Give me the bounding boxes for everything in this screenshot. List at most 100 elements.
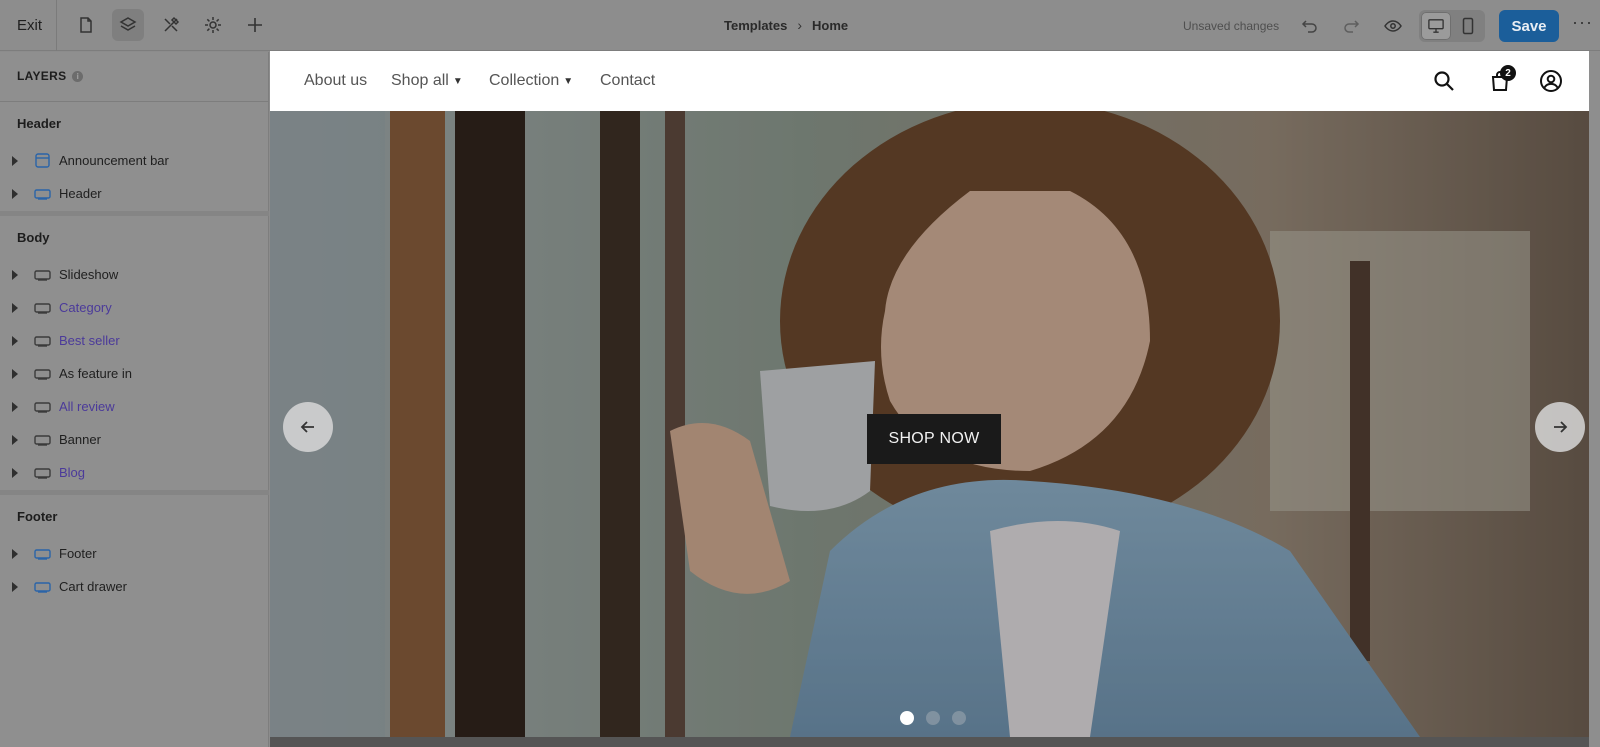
group-footer-label: Footer	[17, 509, 58, 524]
expand-caret-icon[interactable]	[12, 434, 18, 445]
account-icon[interactable]	[1537, 67, 1565, 95]
desktop-icon[interactable]	[1421, 12, 1451, 40]
expand-caret-icon[interactable]	[12, 188, 18, 199]
slide-dot-1[interactable]	[900, 711, 914, 725]
redo-icon[interactable]	[1336, 11, 1366, 41]
device-toggle	[1419, 10, 1485, 42]
layer-slideshow[interactable]: Slideshow	[0, 258, 269, 291]
section-icon	[34, 367, 51, 381]
chevron-down-icon: ▼	[563, 75, 574, 87]
layer-footer[interactable]: Footer	[0, 537, 269, 570]
section-icon	[34, 580, 51, 594]
slide-dot-2[interactable]	[926, 711, 940, 725]
section-icon	[34, 400, 51, 414]
nav-collection[interactable]: Collection ▼	[489, 72, 573, 90]
layer-best-seller[interactable]: Best seller	[0, 324, 269, 357]
expand-caret-icon[interactable]	[12, 302, 18, 313]
expand-caret-icon[interactable]	[12, 401, 18, 412]
slideshow-next-arrow-icon[interactable]	[1535, 402, 1585, 452]
section-icon	[34, 334, 51, 348]
section-icon	[34, 268, 51, 282]
slideshow-pagination	[900, 711, 966, 725]
nav-label: About us	[304, 72, 368, 89]
panel-title-text: LAYERS	[17, 69, 67, 83]
layer-label: Best seller	[59, 333, 120, 348]
divider	[0, 490, 269, 495]
section-icon	[34, 301, 51, 315]
layer-as-feature-in[interactable]: As feature in	[0, 357, 269, 390]
nav-shop-all[interactable]: Shop all ▼	[391, 72, 463, 90]
settings-icon[interactable]	[197, 9, 229, 41]
section-icon	[34, 433, 51, 447]
layer-label: Cart drawer	[59, 579, 127, 594]
section-icon	[34, 547, 51, 561]
section-icon	[34, 466, 51, 480]
add-icon[interactable]	[239, 9, 271, 41]
shop-now-button[interactable]: SHOP NOW	[867, 414, 1001, 464]
group-header-label: Header	[17, 116, 62, 131]
mobile-icon[interactable]	[1453, 12, 1483, 40]
chevron-down-icon: ▼	[452, 75, 463, 87]
preview-edge	[1589, 51, 1600, 747]
breadcrumb-home: Home	[812, 17, 849, 33]
divider	[0, 101, 269, 102]
theme-styles-icon[interactable]	[155, 9, 187, 41]
exit-button[interactable]: Exit	[17, 17, 42, 34]
nav-label: Shop all	[391, 72, 449, 89]
info-icon[interactable]: i	[72, 70, 84, 82]
expand-caret-icon[interactable]	[12, 155, 18, 166]
layer-header[interactable]: Header	[0, 177, 269, 210]
expand-caret-icon[interactable]	[12, 467, 18, 478]
layers-panel: LAYERS i Header Announcement bar Header …	[0, 52, 269, 747]
layer-label: Slideshow	[59, 267, 119, 282]
expand-caret-icon[interactable]	[12, 335, 18, 346]
editor-topbar: Exit Templates › Home Unsaved changes Sa…	[0, 0, 1600, 51]
layers-icon[interactable]	[112, 9, 144, 41]
breadcrumb-templates[interactable]: Templates	[724, 18, 787, 33]
unsaved-status: Unsaved changes	[1183, 19, 1280, 33]
layer-announcement-bar[interactable]: Announcement bar	[0, 144, 269, 177]
chevron-right-icon: ›	[797, 17, 803, 33]
expand-caret-icon[interactable]	[12, 581, 18, 592]
nav-about-us[interactable]: About us	[304, 72, 367, 90]
layer-blog[interactable]: Blog	[0, 456, 269, 489]
undo-icon[interactable]	[1295, 11, 1325, 41]
layer-label: Header	[59, 186, 102, 201]
layer-label: Category	[59, 300, 112, 315]
preview-scrollbar[interactable]	[270, 737, 1589, 747]
nav-contact[interactable]: Contact	[600, 72, 655, 90]
more-options-icon[interactable]: ···	[1572, 12, 1593, 33]
search-icon[interactable]	[1430, 67, 1458, 95]
divider	[0, 211, 269, 216]
expand-caret-icon[interactable]	[12, 548, 18, 559]
nav-label: Collection	[489, 72, 560, 89]
store-header: About us Shop all ▼ Collection ▼ Contact…	[270, 51, 1589, 111]
pages-icon[interactable]	[70, 9, 102, 41]
layer-all-review[interactable]: All review	[0, 390, 269, 423]
expand-caret-icon[interactable]	[12, 368, 18, 379]
nav-label: Contact	[600, 72, 656, 89]
panel-title: LAYERS i	[17, 69, 84, 83]
section-icon	[34, 187, 51, 201]
layer-label: As feature in	[59, 366, 132, 381]
layer-label: Announcement bar	[59, 153, 169, 168]
layer-label: Banner	[59, 432, 101, 447]
layer-label: Blog	[59, 465, 86, 480]
layer-label: All review	[59, 399, 115, 414]
layer-label: Footer	[59, 546, 97, 561]
divider	[56, 0, 57, 51]
breadcrumb: Templates › Home	[724, 17, 848, 33]
group-body-label: Body	[17, 230, 50, 245]
layer-banner[interactable]: Banner	[0, 423, 269, 456]
cart-count-badge: 2	[1500, 65, 1516, 81]
announcement-icon	[34, 153, 51, 168]
layer-cart-drawer[interactable]: Cart drawer	[0, 570, 269, 603]
layer-category[interactable]: Category	[0, 291, 269, 324]
slideshow-prev-arrow-icon[interactable]	[283, 402, 333, 452]
save-button[interactable]: Save	[1499, 10, 1559, 42]
slide-dot-3[interactable]	[952, 711, 966, 725]
expand-caret-icon[interactable]	[12, 269, 18, 280]
cart-icon[interactable]: 2	[1486, 65, 1516, 95]
hero-slideshow: SHOP NOW	[270, 111, 1600, 737]
preview-eye-icon[interactable]	[1378, 11, 1408, 41]
